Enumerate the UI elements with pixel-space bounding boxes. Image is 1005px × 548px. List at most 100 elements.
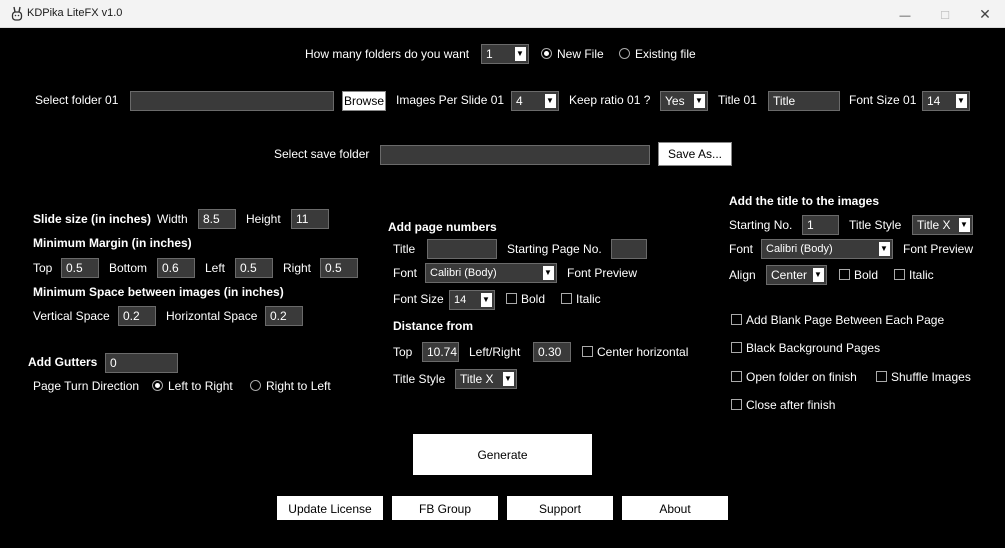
margin-right-input[interactable]: 0.5 xyxy=(320,258,358,278)
maximize-icon: ☐ xyxy=(940,10,950,22)
shuffle-label: Shuffle Images xyxy=(891,370,971,384)
pn-font-size-value: 14 xyxy=(454,294,467,306)
center-horizontal-label: Center horizontal xyxy=(597,345,689,359)
existing-file-radio[interactable] xyxy=(619,48,630,59)
folder-path-input[interactable] xyxy=(130,91,334,111)
pn-font-select[interactable]: Calibri (Body) xyxy=(425,263,557,283)
center-horizontal-checkbox[interactable] xyxy=(582,346,593,357)
new-file-radio[interactable] xyxy=(541,48,552,59)
fb-group-button[interactable]: FB Group xyxy=(392,496,498,520)
ti-title-style-select[interactable]: Title X xyxy=(912,215,973,235)
ti-font-select[interactable]: Calibri (Body) xyxy=(761,239,893,259)
margin-right-label: Right xyxy=(283,261,312,275)
page-numbers-heading: Add page numbers xyxy=(388,220,497,234)
margin-left-input[interactable]: 0.5 xyxy=(235,258,273,278)
ti-italic-label: Italic xyxy=(909,268,934,282)
window-title: KDPika LiteFX v1.0 xyxy=(27,7,123,19)
chevron-down-icon xyxy=(879,240,890,258)
distance-top-input[interactable]: 10.74 xyxy=(422,342,459,362)
open-folder-label: Open folder on finish xyxy=(746,370,857,384)
new-file-label: New File xyxy=(557,47,604,61)
ti-italic-checkbox[interactable] xyxy=(894,269,905,280)
left-to-right-radio[interactable] xyxy=(152,380,163,391)
font-size-01-value: 14 xyxy=(927,94,941,108)
chevron-down-icon xyxy=(694,92,705,110)
ti-font-label: Font xyxy=(729,242,754,256)
chevron-down-icon xyxy=(543,264,554,282)
shuffle-checkbox[interactable] xyxy=(876,371,887,382)
maximize-button[interactable]: ☐ xyxy=(925,0,965,28)
images-per-slide-select[interactable]: 4 xyxy=(511,91,559,111)
browse-button[interactable]: Browse xyxy=(342,91,386,111)
pn-title-style-value: Title X xyxy=(460,372,494,386)
black-bg-label: Black Background Pages xyxy=(746,341,881,355)
pn-title-style-select[interactable]: Title X xyxy=(455,369,517,389)
close-after-checkbox[interactable] xyxy=(731,399,742,410)
margin-bottom-label: Bottom xyxy=(109,261,148,275)
right-to-left-radio[interactable] xyxy=(250,380,261,391)
close-button[interactable]: ✕ xyxy=(965,0,1005,28)
keep-ratio-label: Keep ratio 01 ? xyxy=(569,93,651,107)
margin-bottom-input[interactable]: 0.6 xyxy=(157,258,195,278)
ti-starting-label: Starting No. xyxy=(729,218,793,232)
about-button[interactable]: About xyxy=(622,496,728,520)
pn-starting-input[interactable] xyxy=(611,239,647,259)
existing-file-label: Existing file xyxy=(635,47,696,61)
pn-italic-label: Italic xyxy=(576,292,601,306)
font-size-01-label: Font Size 01 xyxy=(849,93,917,107)
distance-heading: Distance from xyxy=(393,319,474,333)
pn-font-size-label: Font Size xyxy=(393,292,444,306)
ti-align-label: Align xyxy=(729,268,756,282)
chevron-down-icon xyxy=(813,266,824,284)
title-01-input[interactable]: Title xyxy=(768,91,840,111)
open-folder-checkbox[interactable] xyxy=(731,371,742,382)
images-per-slide-value: 4 xyxy=(516,94,523,108)
save-folder-input[interactable] xyxy=(380,145,650,165)
save-as-button[interactable]: Save As... xyxy=(658,142,732,166)
pn-title-input[interactable] xyxy=(427,239,497,259)
gutters-label: Add Gutters xyxy=(28,355,98,369)
slide-size-heading: Slide size (in inches) xyxy=(33,212,152,226)
height-input[interactable]: 11 xyxy=(291,209,329,229)
font-size-01-select[interactable]: 14 xyxy=(922,91,970,111)
folders-count-value: 1 xyxy=(486,47,493,61)
minimize-icon: — xyxy=(899,10,911,22)
minimize-button[interactable]: — xyxy=(885,0,925,28)
blank-page-label: Add Blank Page Between Each Page xyxy=(746,313,945,327)
right-to-left-label: Right to Left xyxy=(266,379,331,393)
vertical-space-input[interactable]: 0.2 xyxy=(118,306,156,326)
ti-starting-input[interactable]: 1 xyxy=(802,215,839,235)
close-after-label: Close after finish xyxy=(746,398,836,412)
generate-button[interactable]: Generate xyxy=(413,434,592,475)
support-button[interactable]: Support xyxy=(507,496,613,520)
distance-lr-input[interactable]: 0.30 xyxy=(533,342,571,362)
pn-font-size-select[interactable]: 14 xyxy=(449,290,495,310)
distance-lr-label: Left/Right xyxy=(469,345,521,359)
keep-ratio-select[interactable]: Yes xyxy=(660,91,708,111)
pn-font-preview-label: Font Preview xyxy=(567,266,638,280)
margin-top-input[interactable]: 0.5 xyxy=(61,258,99,278)
blank-page-checkbox[interactable] xyxy=(731,314,742,325)
images-per-slide-label: Images Per Slide 01 xyxy=(396,93,505,107)
pn-bold-checkbox[interactable] xyxy=(506,293,517,304)
ti-title-style-value: Title X xyxy=(917,218,951,232)
left-to-right-label: Left to Right xyxy=(168,379,233,393)
pn-title-style-label: Title Style xyxy=(393,372,446,386)
pn-italic-checkbox[interactable] xyxy=(561,293,572,304)
width-input[interactable]: 8.5 xyxy=(198,209,236,229)
pn-font-value: Calibri (Body) xyxy=(430,267,497,279)
page-turn-label: Page Turn Direction xyxy=(33,379,140,393)
horizontal-space-input[interactable]: 0.2 xyxy=(265,306,303,326)
chevron-down-icon xyxy=(545,92,556,110)
ti-bold-checkbox[interactable] xyxy=(839,269,850,280)
update-license-button[interactable]: Update License xyxy=(277,496,383,520)
ti-font-preview-label: Font Preview xyxy=(903,242,974,256)
chevron-down-icon xyxy=(503,370,514,388)
gutters-input[interactable]: 0 xyxy=(105,353,178,373)
distance-top-label: Top xyxy=(393,345,413,359)
folders-count-select[interactable]: 1 xyxy=(481,44,529,64)
chevron-down-icon xyxy=(956,92,967,110)
ti-align-select[interactable]: Center xyxy=(766,265,827,285)
rabbit-app-icon xyxy=(11,6,23,21)
black-bg-checkbox[interactable] xyxy=(731,342,742,353)
